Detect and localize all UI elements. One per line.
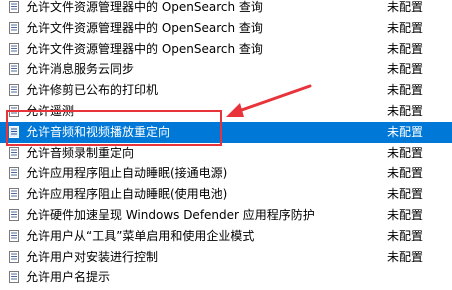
policy-row-selected[interactable]: 允许音频和视频播放重定向 未配置 bbox=[0, 121, 452, 143]
policy-state: 未配置 bbox=[387, 20, 424, 35]
policy-name: 允许文件资源管理器中的 OpenSearch 查询 bbox=[26, 0, 263, 14]
policy-name: 允许修剪已公布的打印机 bbox=[26, 83, 159, 98]
policy-setting-icon bbox=[9, 188, 19, 201]
policy-row[interactable]: 允许消息服务云同步 未配置 bbox=[0, 59, 452, 80]
policy-row[interactable]: 允许文件资源管理器中的 OpenSearch 查询 未配置 bbox=[0, 39, 452, 60]
policy-row[interactable]: 允许文件资源管理器中的 OpenSearch 查询 未配置 bbox=[0, 18, 452, 39]
policy-name: 允许硬件加速呈现 Windows Defender 应用程序防护 bbox=[26, 207, 315, 222]
policy-name: 允许应用程序阻止自动睡眠(接通电源) bbox=[26, 166, 228, 181]
policy-name: 允许用户名提示 bbox=[26, 270, 111, 285]
policy-row[interactable]: 允许音频录制重定向 未配置 bbox=[0, 143, 452, 164]
policy-row[interactable]: 允许遥测 未配置 bbox=[0, 101, 452, 122]
policy-row[interactable]: 允许应用程序阻止自动睡眠(使用电池) 未配置 bbox=[0, 184, 452, 205]
policy-row[interactable]: 允许用户对安装进行控制 未配置 bbox=[0, 247, 452, 268]
policy-state: 未配置 bbox=[387, 62, 424, 77]
policy-row[interactable]: 允许用户从“工具”菜单启用和使用企业模式 未配置 bbox=[0, 226, 452, 247]
policy-setting-icon bbox=[9, 21, 19, 34]
policy-state: 未配置 bbox=[387, 0, 424, 14]
policy-setting-icon bbox=[9, 42, 19, 55]
policy-setting-icon bbox=[9, 125, 19, 138]
policy-setting-icon bbox=[9, 167, 19, 180]
policy-state: 未配置 bbox=[387, 228, 424, 243]
policy-setting-icon bbox=[9, 84, 19, 97]
policy-name: 允许用户从“工具”菜单启用和使用企业模式 bbox=[26, 228, 255, 243]
policy-state: 未配置 bbox=[387, 249, 424, 264]
policy-state: 未配置 bbox=[387, 41, 424, 56]
policy-state: 未配置 bbox=[387, 103, 424, 118]
policy-name: 允许遥测 bbox=[26, 103, 75, 118]
policy-setting-icon bbox=[9, 208, 19, 221]
policy-name: 允许音频录制重定向 bbox=[26, 145, 135, 160]
policy-setting-icon bbox=[9, 1, 19, 13]
policy-name: 允许用户对安装进行控制 bbox=[26, 249, 159, 264]
policy-setting-icon bbox=[9, 146, 19, 159]
policy-state: 未配置 bbox=[387, 166, 424, 181]
policy-state: 未配置 bbox=[387, 207, 424, 222]
policy-name: 允许文件资源管理器中的 OpenSearch 查询 bbox=[26, 20, 263, 35]
policy-setting-icon bbox=[9, 229, 19, 242]
policy-setting-icon bbox=[9, 271, 19, 284]
policy-state: 未配置 bbox=[387, 187, 424, 202]
policy-row[interactable]: 允许用户名提示 bbox=[0, 267, 452, 288]
policy-state: 未配置 bbox=[387, 83, 424, 98]
policy-row[interactable]: 允许应用程序阻止自动睡眠(接通电源) 未配置 bbox=[0, 163, 452, 184]
policy-setting-icon bbox=[9, 250, 19, 263]
policy-row[interactable]: 允许文件资源管理器中的 OpenSearch 查询 未配置 bbox=[0, 0, 452, 18]
policy-setting-icon bbox=[9, 104, 19, 117]
policy-name: 允许消息服务云同步 bbox=[26, 62, 135, 77]
policy-name: 允许音频和视频播放重定向 bbox=[26, 124, 171, 139]
policy-name: 允许应用程序阻止自动睡眠(使用电池) bbox=[26, 187, 228, 202]
policy-name: 允许文件资源管理器中的 OpenSearch 查询 bbox=[26, 41, 263, 56]
policy-state: 未配置 bbox=[387, 124, 424, 139]
policy-state: 未配置 bbox=[387, 145, 424, 160]
policy-setting-icon bbox=[9, 63, 19, 76]
policy-row[interactable]: 允许硬件加速呈现 Windows Defender 应用程序防护 未配置 bbox=[0, 205, 452, 226]
policy-row[interactable]: 允许修剪已公布的打印机 未配置 bbox=[0, 80, 452, 101]
policy-list: 允许文件资源管理器中的 OpenSearch 查询 未配置 允许文件资源管理器中… bbox=[0, 0, 452, 288]
